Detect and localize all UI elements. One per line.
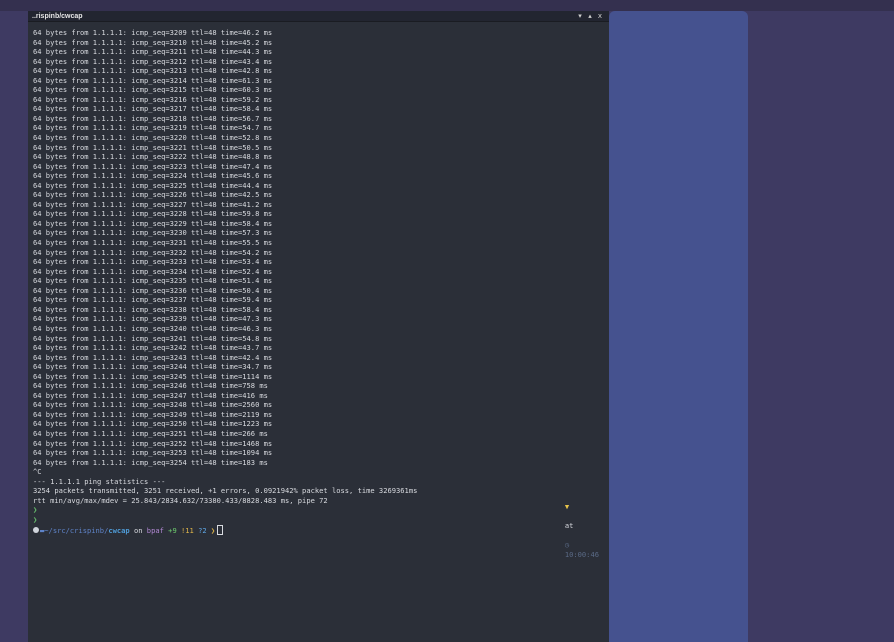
prompt-on-text: on (129, 525, 147, 535)
status-at-text: at (564, 520, 574, 530)
output-line: 64 bytes from 1.1.1.1: icmp_seq=3209 ttl… (33, 28, 273, 37)
output-line: 64 bytes from 1.1.1.1: icmp_seq=3251 ttl… (33, 428, 268, 438)
prompt-path-prefix: ~/src/crispinb/ (44, 525, 109, 535)
output-line: 64 bytes from 1.1.1.1: icmp_seq=3233 ttl… (33, 257, 273, 267)
output-line: 64 bytes from 1.1.1.1: icmp_seq=3221 ttl… (33, 142, 273, 152)
output-line: 64 bytes from 1.1.1.1: icmp_seq=3234 ttl… (33, 266, 273, 276)
prompt-path-dir: cwcap (108, 525, 130, 535)
maximize-button[interactable]: ▴ (585, 11, 595, 22)
output-line: 64 bytes from 1.1.1.1: icmp_seq=3237 ttl… (33, 295, 273, 305)
window-title: ..rispinb/cwcap (32, 12, 83, 20)
output-line: 64 bytes from 1.1.1.1: icmp_seq=3232 ttl… (33, 247, 273, 257)
output-line: 64 bytes from 1.1.1.1: icmp_seq=3243 ttl… (33, 352, 273, 362)
output-lines: 64 bytes from 1.1.1.1: icmp_seq=3209 ttl… (33, 28, 609, 505)
empty-prompt-line: ❯ (33, 514, 38, 524)
output-line: 64 bytes from 1.1.1.1: icmp_seq=3247 ttl… (33, 390, 268, 400)
git-untracked-count: ?2 (198, 525, 207, 535)
output-line: 64 bytes from 1.1.1.1: icmp_seq=3231 ttl… (33, 238, 273, 248)
git-modified-count: !11 (181, 525, 194, 535)
output-line: rtt min/avg/max/mdev = 25.843/2834.632/7… (33, 495, 328, 505)
output-line: ^C (33, 467, 42, 477)
output-line: 64 bytes from 1.1.1.1: icmp_seq=3211 ttl… (33, 47, 273, 57)
side-panel (609, 11, 748, 642)
minimize-button[interactable]: ▾ (575, 11, 585, 22)
output-line: 64 bytes from 1.1.1.1: icmp_seq=3219 ttl… (33, 123, 273, 133)
output-line: 64 bytes from 1.1.1.1: icmp_seq=3241 ttl… (33, 333, 273, 343)
prompt-status-right: ▼ at ◷ 10:00:46 (531, 492, 599, 568)
output-line: 64 bytes from 1.1.1.1: icmp_seq=3250 ttl… (33, 419, 273, 429)
output-line: 64 bytes from 1.1.1.1: icmp_seq=3238 ttl… (33, 304, 273, 314)
output-line: 64 bytes from 1.1.1.1: icmp_seq=3236 ttl… (33, 285, 273, 295)
output-line: 3254 packets transmitted, 3251 received,… (33, 486, 418, 496)
output-line: 64 bytes from 1.1.1.1: icmp_seq=3242 ttl… (33, 343, 273, 353)
output-line: 64 bytes from 1.1.1.1: icmp_seq=3244 ttl… (33, 362, 273, 372)
output-line: 64 bytes from 1.1.1.1: icmp_seq=3214 ttl… (33, 75, 273, 85)
output-line: --- 1.1.1.1 ping statistics --- (33, 476, 166, 486)
output-line: 64 bytes from 1.1.1.1: icmp_seq=3216 ttl… (33, 94, 273, 104)
output-line: 64 bytes from 1.1.1.1: icmp_seq=3225 ttl… (33, 180, 273, 190)
status-indicator-icon: ▼ (564, 501, 570, 511)
output-line: 64 bytes from 1.1.1.1: icmp_seq=3220 ttl… (33, 133, 273, 143)
output-line: 64 bytes from 1.1.1.1: icmp_seq=3240 ttl… (33, 323, 273, 333)
output-line: 64 bytes from 1.1.1.1: icmp_seq=3252 ttl… (33, 438, 273, 448)
output-line: 64 bytes from 1.1.1.1: icmp_seq=3245 ttl… (33, 371, 273, 381)
output-line: 64 bytes from 1.1.1.1: icmp_seq=3246 ttl… (33, 381, 268, 391)
output-line: 64 bytes from 1.1.1.1: icmp_seq=3223 ttl… (33, 161, 273, 171)
output-line: 64 bytes from 1.1.1.1: icmp_seq=3229 ttl… (33, 218, 273, 228)
git-branch: bpaf (146, 525, 164, 535)
os-logo-icon (33, 527, 39, 534)
output-line: 64 bytes from 1.1.1.1: icmp_seq=3230 ttl… (33, 228, 273, 238)
output-line: 64 bytes from 1.1.1.1: icmp_seq=3218 ttl… (33, 113, 273, 123)
status-time: 10:00:46 (564, 549, 599, 559)
desktop-top-bar (0, 0, 894, 11)
output-line: 64 bytes from 1.1.1.1: icmp_seq=3228 ttl… (33, 209, 273, 219)
output-line: 64 bytes from 1.1.1.1: icmp_seq=3210 ttl… (33, 37, 273, 47)
output-line: 64 bytes from 1.1.1.1: icmp_seq=3249 ttl… (33, 409, 273, 419)
output-line: 64 bytes from 1.1.1.1: icmp_seq=3222 ttl… (33, 152, 273, 162)
terminal-window[interactable]: ..rispinb/cwcap ▾ ▴ x 64 bytes from 1.1.… (28, 11, 609, 642)
output-line: 64 bytes from 1.1.1.1: icmp_seq=3235 ttl… (33, 276, 273, 286)
close-button[interactable]: x (595, 11, 605, 22)
output-line: 64 bytes from 1.1.1.1: icmp_seq=3224 ttl… (33, 171, 273, 181)
command-prompt[interactable]: ▬ ~/src/crispinb/ cwcap on bpaf +9 !11 ?… (33, 502, 609, 559)
output-line: 64 bytes from 1.1.1.1: icmp_seq=3248 ttl… (33, 400, 273, 410)
output-line: 64 bytes from 1.1.1.1: icmp_seq=3227 ttl… (33, 199, 273, 209)
output-line: 64 bytes from 1.1.1.1: icmp_seq=3213 ttl… (33, 66, 273, 76)
empty-prompt-line: ❯ (33, 505, 38, 515)
output-line: 64 bytes from 1.1.1.1: icmp_seq=3226 ttl… (33, 190, 273, 200)
clock-icon: ◷ (564, 539, 570, 549)
terminal-output[interactable]: 64 bytes from 1.1.1.1: icmp_seq=3209 ttl… (28, 22, 609, 642)
output-line: 64 bytes from 1.1.1.1: icmp_seq=3215 ttl… (33, 85, 273, 95)
output-line: 64 bytes from 1.1.1.1: icmp_seq=3217 ttl… (33, 104, 273, 114)
output-line: 64 bytes from 1.1.1.1: icmp_seq=3253 ttl… (33, 448, 273, 458)
output-line: 64 bytes from 1.1.1.1: icmp_seq=3239 ttl… (33, 314, 273, 324)
git-staged-count: +9 (168, 525, 177, 535)
prompt-arrow: ❯ (210, 525, 216, 535)
output-line: 64 bytes from 1.1.1.1: icmp_seq=3254 ttl… (33, 457, 268, 467)
terminal-titlebar[interactable]: ..rispinb/cwcap ▾ ▴ x (28, 11, 609, 22)
output-line: 64 bytes from 1.1.1.1: icmp_seq=3212 ttl… (33, 56, 273, 66)
text-cursor[interactable] (217, 525, 224, 536)
